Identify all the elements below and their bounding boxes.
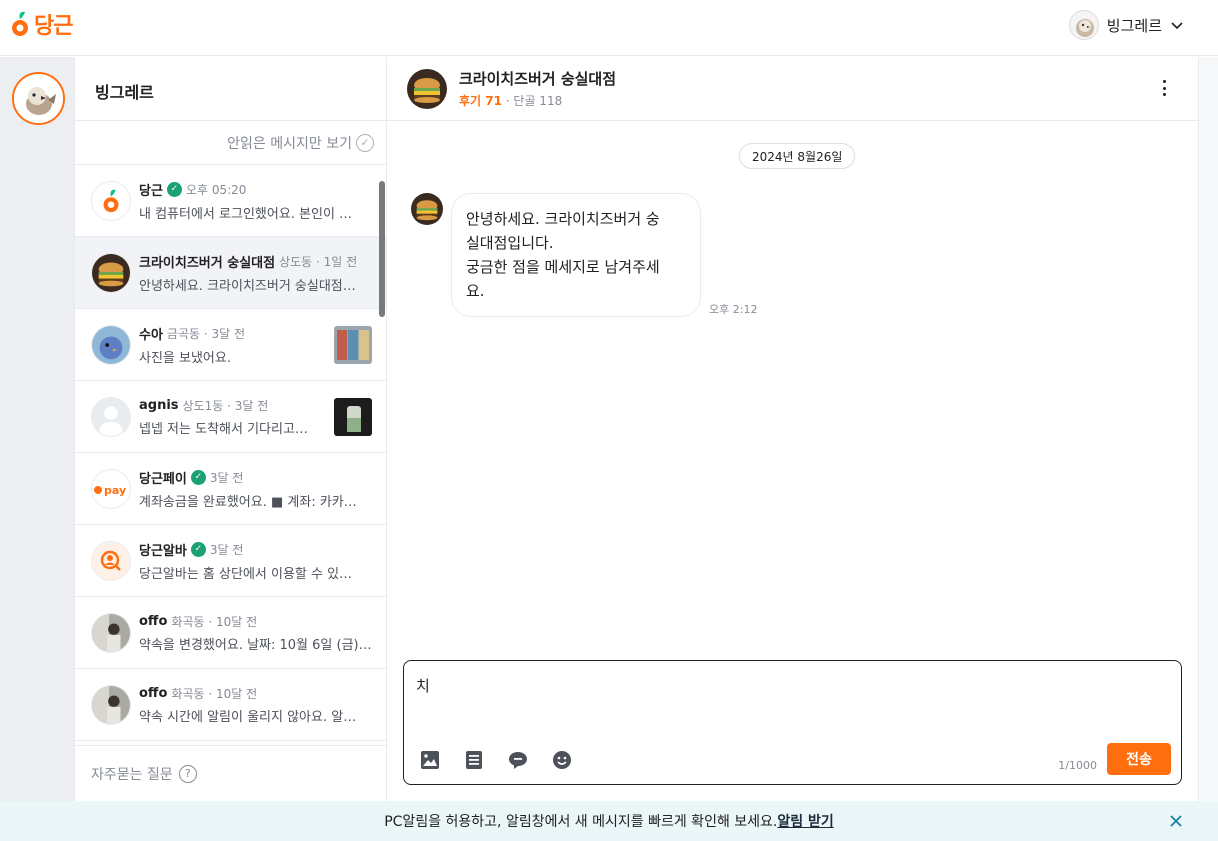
chat-meta: 상도동 · 1일 전 <box>279 254 358 269</box>
chat-meta: 3달 전 <box>209 470 244 485</box>
message-line: 요. <box>466 282 485 300</box>
chat-preview: 계좌송금을 완료했어요. ■ 계좌: 카카… <box>139 494 357 510</box>
verified-badge-icon: ✓ <box>190 469 206 485</box>
chat-preview: 내 컴퓨터에서 로그인했어요. 본인이 … <box>139 206 353 222</box>
verified-badge-icon: ✓ <box>166 181 182 197</box>
faq-label: 자주묻는 질문 <box>91 766 173 783</box>
burger-avatar-icon[interactable] <box>407 68 447 109</box>
chat-name: 당근페이 <box>139 471 187 487</box>
chat-list-title: 빙그레르 <box>75 57 386 121</box>
chat-preview: 넵넵 저는 도착해서 기다리고… <box>139 421 308 437</box>
svg-text:pay: pay <box>104 484 126 497</box>
char-counter: 1/1000 <box>1058 759 1097 772</box>
message-line: 궁금한 점을 메세지로 남겨주세 <box>466 258 660 276</box>
date-divider: 2024년 8월26일 <box>739 143 856 169</box>
quick-reply-icon[interactable] <box>506 748 530 772</box>
question-icon: ? <box>178 764 197 783</box>
chat-meta: 화곡동 · 10달 전 <box>171 686 258 701</box>
notice-text: PC알림을 허용하고, 알림창에서 새 메시지를 빠르게 확인해 보세요. <box>384 814 778 830</box>
unread-toggle-label: 안읽은 메시지만 보기 <box>227 135 352 152</box>
logo-text: 당근 <box>34 14 73 39</box>
close-icon[interactable] <box>1168 813 1184 829</box>
message-bubble: 안녕하세요. 크라이치즈버거 숭 실대점입니다. 궁금한 점을 메세지로 남겨주… <box>451 193 701 317</box>
verified-badge-icon: ✓ <box>190 541 206 557</box>
chat-preview: 당근알바는 홈 상단에서 이용할 수 있… <box>139 566 353 582</box>
sender-avatar[interactable] <box>411 193 443 225</box>
chat-meta: 3달 전 <box>209 542 244 557</box>
composer-toolbar <box>418 748 574 772</box>
unread-only-toggle[interactable]: 안읽은 메시지만 보기 ✓ <box>75 121 386 165</box>
regulars-count: · 단골 118 <box>501 94 563 108</box>
chat-meta: 금곡동 · 3달 전 <box>166 326 246 341</box>
send-button[interactable]: 전송 <box>1107 743 1171 775</box>
check-circle-icon: ✓ <box>356 133 374 152</box>
carrot-logo-icon <box>12 11 28 36</box>
user-avatar <box>1068 10 1099 40</box>
chat-meta: 상도1동 · 3달 전 <box>182 398 269 413</box>
message-line: 안녕하세요. 크라이치즈버거 숭 <box>466 210 660 228</box>
chat-list-item[interactable]: agnis 상도1동 · 3달 전 넵넵 저는 도착해서 기다리고… <box>75 381 386 453</box>
chevron-down-icon <box>1171 22 1183 30</box>
chat-preview: 약속을 변경했어요. 날짜: 10월 6일 (금)… <box>139 637 372 653</box>
user-photo-avatar <box>91 612 131 653</box>
message-row: 안녕하세요. 크라이치즈버거 숭 실대점입니다. 궁금한 점을 메세지로 남겨주… <box>411 193 757 317</box>
user-menu[interactable]: 빙그레르 <box>1068 10 1184 40</box>
conversation-panel: 크라이치즈버거 숭실대점 후기 71 · 단골 118 2024년 8월26일 … <box>387 57 1198 801</box>
chat-name: 당근알바 <box>139 543 187 559</box>
default-avatar-icon <box>91 396 131 437</box>
reviews-count: 후기 71 <box>459 94 502 108</box>
chat-name: 크라이치즈버거 숭실대점 <box>139 255 276 271</box>
message-input[interactable]: 치 <box>416 675 430 696</box>
burger-avatar-icon <box>91 252 131 293</box>
faq-link[interactable]: 자주묻는 질문 ? <box>75 745 386 801</box>
template-icon[interactable] <box>462 748 486 772</box>
conversation-subtitle: 후기 71 · 단골 118 <box>459 92 616 109</box>
chat-list-panel: 빙그레르 안읽은 메시지만 보기 ✓ 당근 ✓ 오후 05:20 내 컴퓨터에서… <box>75 57 387 801</box>
chat-list-item[interactable]: 당근알바 ✓ 3달 전 당근알바는 홈 상단에서 이용할 수 있… <box>75 525 386 597</box>
pay-avatar-icon: pay <box>91 468 131 509</box>
message-time: 오후 2:12 <box>709 303 758 316</box>
account-avatar[interactable] <box>12 72 65 125</box>
user-name: 빙그레르 <box>1106 16 1162 35</box>
chat-list-item[interactable]: offo 화곡동 · 10달 전 약속을 변경했어요. 날짜: 10월 6일 (… <box>75 597 386 669</box>
right-gutter <box>1198 57 1218 801</box>
chat-name: 당근 <box>139 183 163 199</box>
more-options-icon[interactable] <box>1156 77 1172 99</box>
chat-name: offo <box>139 685 168 701</box>
chat-meta: 오후 05:20 <box>185 182 247 197</box>
conversation-title: 크라이치즈버거 숭실대점 <box>459 70 617 88</box>
alba-avatar-icon <box>91 540 131 581</box>
carrot-avatar-icon <box>91 180 131 221</box>
top-bar: 당근 빙그레르 <box>0 0 1218 56</box>
chat-list-item-active[interactable]: 크라이치즈버거 숭실대점 상도동 · 1일 전 안녕하세요. 크라이치즈버거 숭… <box>75 237 386 309</box>
daangn-logo[interactable]: 당근 <box>10 8 73 40</box>
emoji-icon[interactable] <box>550 748 574 772</box>
enable-notifications-link[interactable]: 알림 받기 <box>777 811 833 831</box>
chat-list-scrollbar[interactable] <box>379 181 385 317</box>
chat-preview: 안녕하세요. 크라이치즈버거 숭실대점… <box>139 278 356 294</box>
chat-name: agnis <box>139 397 179 413</box>
chat-list-item[interactable]: offo 화곡동 · 10달 전 약속 시간에 알림이 울리지 않아요. 알… <box>75 669 386 741</box>
message-line: 실대점입니다. <box>466 234 554 252</box>
user-photo-avatar <box>91 684 131 725</box>
chat-list-item[interactable]: 수아 금곡동 · 3달 전 사진을 보냈어요. <box>75 309 386 381</box>
message-composer[interactable]: 치 1/1000 전송 <box>403 660 1182 785</box>
photo-thumbnail <box>334 397 372 436</box>
chat-list-item[interactable]: pay 당근페이 ✓ 3달 전 계좌송금을 완료했어요. ■ 계좌: 카카… <box>75 453 386 525</box>
bird-avatar-icon <box>91 324 131 365</box>
chat-preview: 사진을 보냈어요. <box>139 350 231 366</box>
chat-name: offo <box>139 613 168 629</box>
chat-name: 수아 <box>139 327 163 343</box>
notification-banner: PC알림을 허용하고, 알림창에서 새 메시지를 빠르게 확인해 보세요. 알림 … <box>0 801 1218 841</box>
chat-list[interactable]: 당근 ✓ 오후 05:20 내 컴퓨터에서 로그인했어요. 본인이 … 크라이치… <box>75 165 386 745</box>
account-rail <box>0 57 75 801</box>
chat-meta: 화곡동 · 10달 전 <box>171 614 258 629</box>
conversation-header: 크라이치즈버거 숭실대점 후기 71 · 단골 118 <box>387 57 1198 121</box>
image-icon[interactable] <box>418 748 442 772</box>
photo-thumbnail <box>334 325 372 364</box>
chat-preview: 약속 시간에 알림이 울리지 않아요. 알… <box>139 709 357 725</box>
chat-list-item[interactable]: 당근 ✓ 오후 05:20 내 컴퓨터에서 로그인했어요. 본인이 … <box>75 165 386 237</box>
